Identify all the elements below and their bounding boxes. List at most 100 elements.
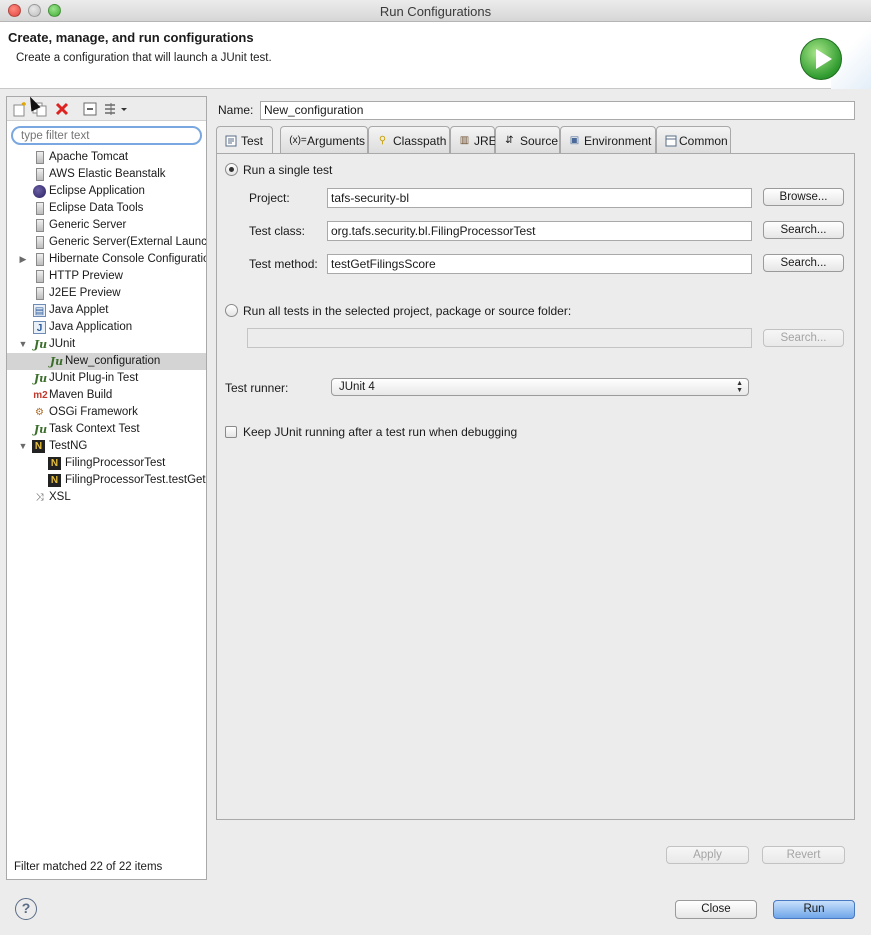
test-method-field[interactable]: testGetFilingsScore [327,254,752,274]
test-runner-value: JUnit 4 [339,381,375,393]
tab-common[interactable]: Common [656,126,731,154]
expand-arrow-icon[interactable]: ▶ [18,251,28,268]
tree-item-label: Task Context Test [49,423,140,435]
xsl-icon: ⤨ [35,492,44,503]
test-runner-select[interactable]: JUnit 4 ▲ ▼ [331,378,749,396]
run-button[interactable]: Run [773,900,855,919]
test-class-label: Test class: [249,224,306,238]
tree-item-java-applet[interactable]: ▤ Java Applet [7,302,206,319]
server-icon [36,151,44,164]
delete-configuration-icon[interactable] [54,101,70,117]
jre-tab-icon: ▥ [459,135,470,146]
tree-item-label: Eclipse Data Tools [49,202,144,214]
tree-item-label: Generic Server(External Launch) [49,236,206,248]
run-single-test-radio[interactable] [225,163,238,176]
tree-item-label: Apache Tomcat [49,151,129,163]
select-arrows-icon: ▲ ▼ [736,380,743,394]
tree-item-apache-tomcat[interactable]: Apache Tomcat [7,149,206,166]
tree-item-label: FilingProcessorTest.testGetFilingsScore [65,474,206,486]
tree-item-aws-elastic-beanstalk[interactable]: AWS Elastic Beanstalk [7,166,206,183]
tab-label: Environment [584,134,652,148]
server-icon [36,168,44,181]
search-method-button[interactable]: Search... [763,254,844,272]
name-label: Name: [218,103,254,117]
close-button[interactable]: Close [675,900,757,919]
testng-icon: N [48,457,61,470]
tab-source[interactable]: ⇵ Source [495,126,560,154]
new-configuration-icon[interactable] [12,101,28,117]
tree-item-filingprocessortest[interactable]: N FilingProcessorTest [7,455,206,472]
tab-label: Source [520,134,559,148]
tree-item-label: FilingProcessorTest [65,457,166,469]
tree-item-generic-server-external[interactable]: Generic Server(External Launch) [7,234,206,251]
dialog-header: Create, manage, and run configurations C… [0,22,871,89]
run-all-tests-radio[interactable] [225,304,238,317]
project-field[interactable]: tafs-security-bl [327,188,752,208]
test-tab-icon [224,135,237,147]
tree-item-filingprocessortest-method[interactable]: N FilingProcessorTest.testGetFilingsScor… [7,472,206,489]
tree-item-xsl[interactable]: ⤨ XSL [7,489,206,506]
eclipse-icon [33,185,46,198]
tab-label: Arguments [307,134,366,148]
tree-item-generic-server[interactable]: Generic Server [7,217,206,234]
environment-tab-icon: ▣ [569,135,580,146]
tree-item-java-application[interactable]: J Java Application [7,319,206,336]
collapse-arrow-icon[interactable]: ▼ [18,336,28,353]
keep-junit-running-checkbox[interactable] [225,426,237,438]
search-container-button: Search... [763,329,844,347]
tree-item-maven-build[interactable]: m2 Maven Build [7,387,206,404]
tree-item-hibernate-console[interactable]: ▶ Hibernate Console Configuration [7,251,206,268]
tree-item-label: TestNG [49,440,88,452]
apply-button[interactable]: Apply [666,846,749,864]
tree-item-junit-plugin-test[interactable]: Ju JUnit Plug-in Test [7,370,206,387]
run-single-test-label: Run a single test [243,163,333,177]
tree-item-label: Generic Server [49,219,127,231]
test-method-label: Test method: [249,257,318,271]
tree-item-label: JUnit Plug-in Test [49,372,139,384]
tree-item-eclipse-application[interactable]: Eclipse Application [7,183,206,200]
server-icon [36,287,44,300]
tab-label: Test [241,134,264,148]
search-class-button[interactable]: Search... [763,221,844,239]
tree-item-osgi-framework[interactable]: ⚙ OSGi Framework [7,404,206,421]
filter-input[interactable] [11,126,202,145]
test-class-field[interactable]: org.tafs.security.bl.FilingProcessorTest [327,221,752,241]
server-icon [36,253,44,266]
tab-classpath[interactable]: ⚲ Classpath [368,126,450,154]
osgi-icon: ⚙ [35,407,44,418]
tree-item-label: Java Application [49,321,133,333]
tree-item-junit[interactable]: ▼ Ju JUnit [7,336,206,353]
source-tab-icon: ⇵ [505,135,514,146]
server-icon [36,202,44,215]
collapse-all-icon[interactable] [82,101,98,117]
configuration-list-panel: Apache Tomcat AWS Elastic Beanstalk Ecli… [6,96,207,880]
junit-icon: Ju [33,338,48,351]
tree-item-j2ee-preview[interactable]: J2EE Preview [7,285,206,302]
tree-item-label: Maven Build [49,389,113,401]
tab-label: Common [679,134,728,148]
junit-icon: Ju [49,355,64,368]
tree-item-testng[interactable]: ▼ N TestNG [7,438,206,455]
filter-menu-icon[interactable] [103,101,129,117]
tab-environment[interactable]: ▣ Environment [560,126,656,154]
tree-item-eclipse-data-tools[interactable]: Eclipse Data Tools [7,200,206,217]
classpath-tab-icon: ⚲ [378,135,387,146]
tab-test[interactable]: Test [216,126,273,155]
server-icon [36,270,44,283]
help-icon[interactable]: ? [15,898,37,920]
collapse-arrow-icon[interactable]: ▼ [18,438,28,455]
tree-item-http-preview[interactable]: HTTP Preview [7,268,206,285]
tree-item-label: XSL [49,491,71,503]
testng-icon: N [48,474,61,487]
configuration-name-input[interactable]: New_configuration [260,101,855,120]
tab-arguments[interactable]: (x)= Arguments [280,126,368,154]
run-banner-icon [800,38,842,80]
tree-item-task-context-test[interactable]: Ju Task Context Test [7,421,206,438]
keep-junit-running-label: Keep JUnit running after a test run when… [243,425,518,439]
tree-item-label: OSGi Framework [49,406,138,418]
browse-button[interactable]: Browse... [763,188,844,206]
tree-item-new-configuration[interactable]: Ju New_configuration [7,353,206,370]
tab-jre[interactable]: ▥ JRE [450,126,497,154]
applet-icon: ▤ [33,304,46,317]
revert-button[interactable]: Revert [762,846,845,864]
